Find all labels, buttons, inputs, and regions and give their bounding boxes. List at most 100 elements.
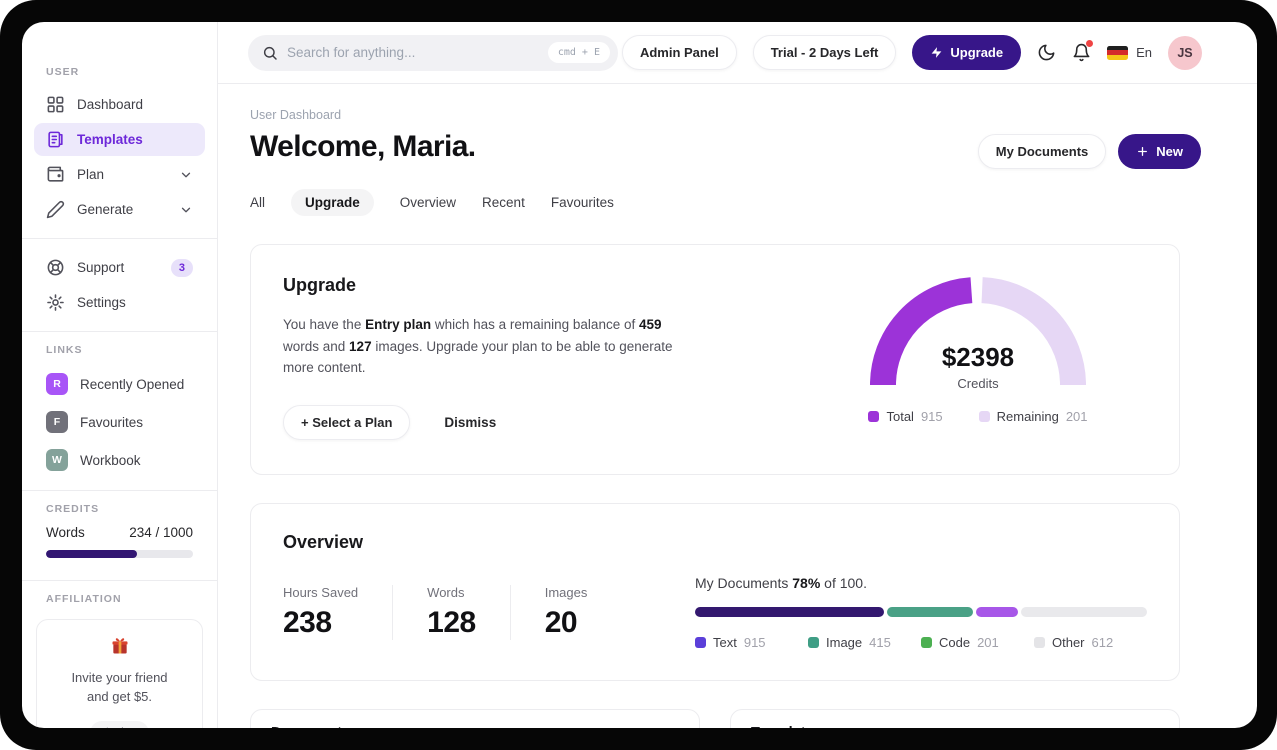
language-selector[interactable]: En	[1107, 45, 1152, 60]
sidebar-item-label: Support	[77, 260, 125, 275]
header-actions: My Documents New	[977, 134, 1201, 169]
trial-badge-button[interactable]: Trial - 2 Days Left	[752, 35, 897, 70]
upgrade-button[interactable]: Upgrade	[912, 35, 1022, 70]
my-documents-button[interactable]: My Documents	[977, 134, 1107, 169]
bottom-cards-row: Documents Favourites Untitled Document i…	[250, 708, 1180, 728]
page-content: User Dashboard Welcome, Maria. My Docume…	[218, 84, 1257, 728]
page-header: Welcome, Maria. My Documents New	[250, 122, 1201, 169]
tab-upgrade[interactable]: Upgrade	[291, 189, 374, 216]
link-initial-badge: W	[46, 449, 68, 471]
documents-card-header: Documents Favourites	[251, 710, 699, 728]
search-bar[interactable]: cmd + E	[248, 34, 618, 71]
wallet-icon	[47, 166, 64, 182]
templates-filter-dropdown[interactable]: Recently Launched	[1011, 725, 1159, 728]
templates-document-icon	[48, 131, 63, 148]
documents-progress-block: My Documents 78% of 100. Text 915 Image …	[695, 575, 1147, 650]
tab-recent[interactable]: Recent	[482, 189, 525, 216]
sidebar-section-affiliation: AFFILIATION	[46, 593, 122, 605]
upgrade-card-actions: + Select a Plan Dismiss	[283, 404, 693, 440]
segment-text	[695, 606, 885, 617]
filter-tabs: All Upgrade Overview Recent Favourites	[250, 189, 1201, 216]
sidebar-divider	[22, 580, 217, 581]
legend-item-remaining: Remaining 201	[978, 409, 1088, 424]
breadcrumb: User Dashboard	[250, 108, 342, 122]
sidebar-item-label: Workbook	[80, 452, 141, 468]
legend-item-other: Other 612	[1034, 635, 1147, 650]
sidebar-section-credits: CREDITS	[46, 503, 100, 515]
documents-filter-dropdown[interactable]: Favourites	[588, 725, 679, 728]
notifications-button[interactable]	[1072, 40, 1094, 62]
new-button[interactable]: New	[1118, 134, 1201, 169]
moon-icon	[1038, 44, 1055, 61]
device-frame: USER Dashboard Templates Plan Generate S…	[0, 0, 1277, 750]
invite-button[interactable]: Invite	[89, 720, 150, 728]
sidebar-item-plan[interactable]: Plan	[34, 158, 205, 191]
dismiss-button[interactable]: Dismiss	[444, 415, 496, 430]
affiliation-card: Invite your friend and get $5. Invite	[36, 619, 203, 728]
search-icon	[263, 46, 277, 60]
sidebar-item-label: Generate	[77, 202, 134, 217]
overview-body: Hours Saved 238 Words 128 Images 20 My D…	[283, 575, 1147, 650]
credits-gauge-block: $2398 Credits Total 915 Remaining 201	[867, 275, 1089, 440]
stacked-progress-bar	[695, 606, 1147, 617]
words-balance: 459	[638, 317, 662, 332]
credits-label: Words	[46, 525, 85, 540]
credits-gauge: $2398 Credits	[867, 275, 1089, 393]
credits-progress-track	[46, 550, 193, 558]
user-avatar[interactable]: JS	[1168, 35, 1202, 70]
sidebar-item-label: Plan	[77, 167, 105, 182]
overview-card: Overview Hours Saved 238 Words 128 Image…	[250, 502, 1180, 681]
sidebar: USER Dashboard Templates Plan Generate S…	[22, 22, 218, 728]
language-label: En	[1136, 45, 1152, 60]
main-column: cmd + E Admin Panel Trial - 2 Days Left …	[218, 22, 1257, 728]
dashboard-grid-icon	[47, 96, 64, 113]
gauge-value: $2398	[941, 342, 1015, 372]
sidebar-item-settings[interactable]: Settings	[34, 286, 205, 319]
segment-code	[976, 606, 1018, 617]
search-input[interactable]	[287, 45, 548, 60]
templates-card-title: Templates	[751, 725, 822, 728]
chevron-down-icon	[1146, 726, 1159, 728]
plan-name: Entry plan	[365, 317, 432, 332]
segment-image	[887, 606, 974, 617]
templates-card: Templates Recently Launched Blog Post Ti…	[730, 708, 1180, 728]
credits-progress-fill	[46, 550, 138, 558]
tab-favourites[interactable]: Favourites	[551, 189, 614, 216]
legend-item-text: Text 915	[695, 635, 808, 650]
sidebar-section-user: USER	[46, 66, 80, 78]
sidebar-item-label: Favourites	[80, 414, 144, 430]
admin-panel-button[interactable]: Admin Panel	[621, 35, 737, 70]
images-balance: 127	[349, 338, 372, 354]
tab-overview[interactable]: Overview	[400, 189, 456, 216]
gear-icon	[47, 294, 64, 311]
sidebar-link-favourites[interactable]: F Favourites	[34, 404, 205, 440]
german-flag-icon	[1107, 45, 1129, 60]
sidebar-link-recently-opened[interactable]: R Recently Opened	[34, 366, 205, 402]
topbar: cmd + E Admin Panel Trial - 2 Days Left …	[218, 22, 1257, 84]
sidebar-item-generate[interactable]: Generate	[34, 193, 205, 226]
tab-all[interactable]: All	[250, 189, 265, 216]
sidebar-item-dashboard[interactable]: Dashboard	[34, 88, 205, 121]
plus-icon	[1138, 147, 1148, 156]
select-plan-button[interactable]: + Select a Plan	[283, 404, 411, 440]
gauge-center-text: $2398 Credits	[867, 275, 1089, 393]
sidebar-item-label: Templates	[77, 132, 143, 147]
sidebar-link-workbook[interactable]: W Workbook	[34, 442, 205, 478]
search-shortcut-badge: cmd + E	[547, 42, 610, 63]
legend-swatch	[868, 411, 880, 422]
topbar-actions: Admin Panel Trial - 2 Days Left Upgrade …	[621, 35, 1202, 70]
legend-item-code: Code 201	[921, 635, 1034, 650]
legend-swatch	[808, 636, 819, 648]
link-initial-badge: R	[46, 373, 68, 395]
segment-other	[1020, 606, 1147, 617]
sidebar-item-templates[interactable]: Templates	[34, 123, 205, 156]
link-initial-badge: F	[46, 411, 68, 433]
stat-hours-saved: Hours Saved 238	[283, 584, 359, 639]
sidebar-item-label: Recently Opened	[80, 376, 185, 392]
dark-mode-toggle[interactable]	[1037, 43, 1056, 62]
stacked-bar-legend: Text 915 Image 415 Code 201 Other 612	[695, 635, 1147, 650]
sidebar-item-label: Settings	[77, 295, 126, 310]
support-count-badge: 3	[170, 258, 193, 277]
sidebar-divider	[22, 238, 217, 239]
sidebar-item-support[interactable]: Support 3	[34, 251, 205, 284]
